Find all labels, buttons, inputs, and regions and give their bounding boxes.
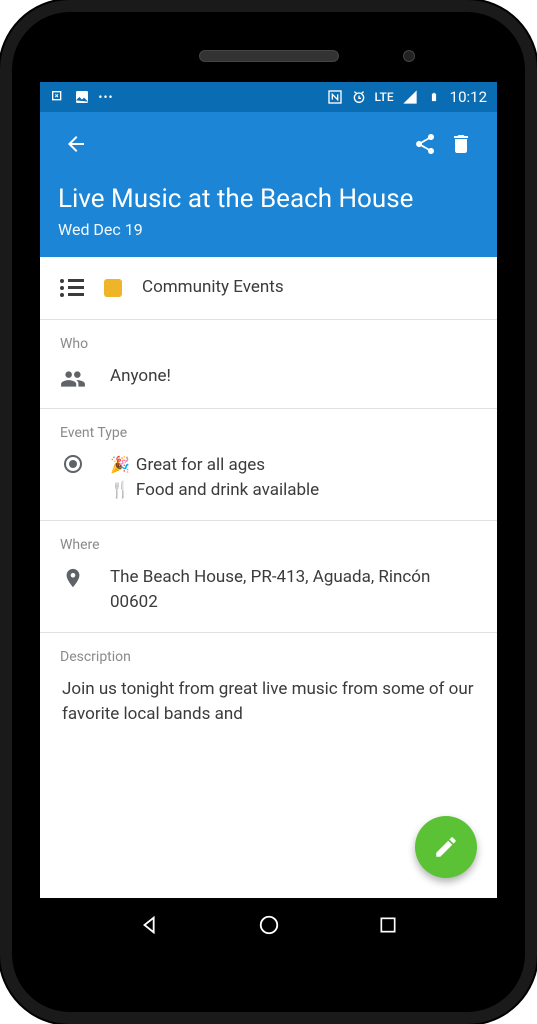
phone-frame: ••• LTE 10:12 [0,0,537,1024]
network-label: LTE [375,90,394,104]
where-row[interactable]: Where The Beach House, PR-413, Aguada, R… [40,521,497,633]
event-type-line1: Great for all ages [136,455,265,475]
back-button[interactable] [58,126,94,162]
battery-icon [426,89,442,105]
description-heading: Description [60,649,477,665]
edit-fab[interactable] [415,816,477,878]
event-type-row: Event Type 🎉 Great for all ages 🍴 Food and… [40,409,497,521]
image-icon [74,89,90,105]
description-value: Join us tonight from great live music fr… [60,677,477,728]
pencil-icon [433,834,459,860]
cutlery-icon: 🍴 [110,480,130,499]
sync-icon [50,89,66,105]
category-color [104,279,122,297]
signal-icon [402,89,418,105]
content-area: Community Events Who Anyone! Event Type [40,257,497,898]
where-heading: Where [60,537,477,553]
phone-speaker [199,50,339,62]
where-value: The Beach House, PR-413, Aguada, Rincón … [110,565,477,616]
square-recent-icon [378,915,398,935]
event-type-heading: Event Type [60,425,477,441]
status-bar: ••• LTE 10:12 [40,82,497,112]
nfc-icon [327,89,343,105]
delete-button[interactable] [443,126,479,162]
arrow-back-icon [64,132,88,156]
description-row: Description Join us tonight from great l… [40,633,497,744]
category-row[interactable]: Community Events [40,257,497,320]
list-icon [60,279,84,297]
share-button[interactable] [407,126,443,162]
radio-icon [60,453,86,473]
location-icon [60,565,86,589]
alarm-icon [351,89,367,105]
event-type-line2: Food and drink available [136,480,319,500]
nav-back-button[interactable] [137,912,163,938]
app-bar: Live Music at the Beach House Wed Dec 19 [40,112,497,257]
nav-bar [40,898,497,952]
share-icon [413,132,437,156]
status-time: 10:12 [450,88,487,106]
who-heading: Who [60,336,477,352]
category-label: Community Events [142,275,477,301]
nav-home-button[interactable] [256,912,282,938]
circle-home-icon [258,914,280,936]
who-value: Anyone! [110,364,477,390]
who-row: Who Anyone! [40,320,497,409]
phone-camera [403,50,415,62]
triangle-back-icon [139,914,161,936]
screen: ••• LTE 10:12 [40,82,497,952]
event-title: Live Music at the Beach House [58,184,479,214]
trash-icon [449,132,473,156]
event-type-values: 🎉 Great for all ages 🍴 Food and drink avai… [110,453,477,504]
nav-recent-button[interactable] [375,912,401,938]
more-icon: ••• [98,89,114,105]
event-date: Wed Dec 19 [58,220,479,239]
people-icon [60,364,86,392]
party-icon: 🎉 [110,455,130,474]
